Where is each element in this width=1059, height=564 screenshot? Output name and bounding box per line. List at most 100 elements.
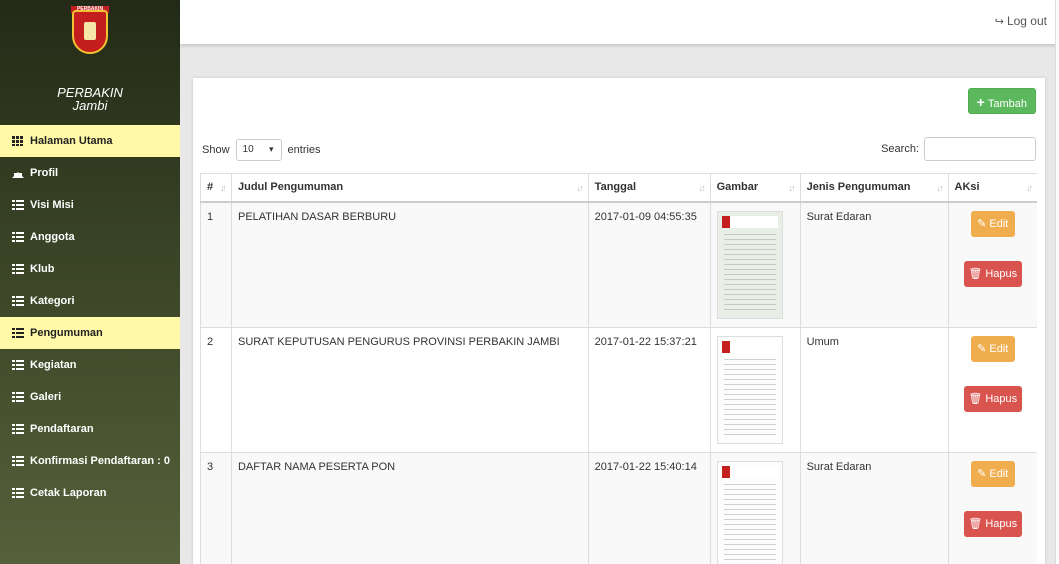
sidebar-item-pendaftaran[interactable]: Pendaftaran xyxy=(0,413,180,445)
cell-jenis: Surat Edaran xyxy=(799,201,948,328)
column-header-judul[interactable]: Judul Pengumuman ↓↑ xyxy=(230,173,589,203)
shield-icon xyxy=(72,10,108,54)
sidebar-item-visi-misi[interactable]: Visi Misi xyxy=(0,189,180,221)
sidebar-item-label: Pengumuman xyxy=(30,327,103,339)
cell-tanggal: 2017-01-22 15:40:14 xyxy=(587,452,711,564)
search-control: Search: xyxy=(881,137,1036,161)
home-icon xyxy=(12,168,24,178)
list-icon xyxy=(12,360,24,370)
brand-name: PERBAKIN Jambi xyxy=(0,86,180,112)
table-row: 3 DAFTAR NAMA PESERTA PON 2017-01-22 15:… xyxy=(200,452,1037,564)
sidebar-item-halaman-utama[interactable]: Halaman Utama xyxy=(0,125,180,157)
announcement-thumbnail[interactable] xyxy=(716,335,783,444)
show-label: Show xyxy=(202,144,230,156)
cell-gambar xyxy=(709,201,801,328)
delete-button[interactable]: 🗑 Hapus xyxy=(963,385,1022,412)
table-row: 2 SURAT KEPUTUSAN PENGURUS PROVINSI PERB… xyxy=(200,327,1037,453)
brand-line-2: Jambi xyxy=(72,98,108,113)
cell-number: 3 xyxy=(200,452,232,564)
list-icon xyxy=(12,488,24,498)
delete-button[interactable]: 🗑 Hapus xyxy=(963,260,1022,287)
cell-aksi: ✎ Edit 🗑 Hapus xyxy=(947,327,1037,453)
search-label: Search: xyxy=(881,143,919,155)
sidebar-item-pengumuman[interactable]: Pengumuman xyxy=(0,317,180,349)
edit-icon: ✎ xyxy=(977,217,987,230)
add-button[interactable]: + Tambah xyxy=(967,88,1036,114)
sign-out-icon: ↪ xyxy=(994,16,1004,28)
sidebar-item-klub[interactable]: Klub xyxy=(0,253,180,285)
list-icon xyxy=(12,264,24,274)
sort-icon: ↓↑ xyxy=(576,183,584,193)
cell-number: 1 xyxy=(200,201,232,328)
thumbnail-header xyxy=(721,465,778,478)
sidebar-nav: Halaman Utama Profil Visi Misi Anggota K… xyxy=(0,125,180,509)
announcement-thumbnail[interactable] xyxy=(716,460,783,564)
column-header-jenis[interactable]: Jenis Pengumuman ↓↑ xyxy=(799,173,948,203)
announcement-table: # ↓↑ Judul Pengumuman ↓↑ Tanggal ↓↑ Gambar ↓… xyxy=(200,173,1037,564)
cell-aksi: ✎ Edit 🗑 Hapus xyxy=(947,201,1037,328)
entries-label: entries xyxy=(287,144,321,156)
announcement-thumbnail[interactable] xyxy=(716,210,783,319)
edit-button[interactable]: ✎ Edit xyxy=(970,210,1015,237)
cell-jenis: Umum xyxy=(799,327,948,453)
column-header-tanggal[interactable]: Tanggal ↓↑ xyxy=(587,173,711,203)
column-header-gambar[interactable]: Gambar ↓↑ xyxy=(709,173,801,203)
announcement-panel: +Tambah Show 10 entries Search: #↓↑ Judu… xyxy=(193,78,1045,564)
trash-icon: 🗑 xyxy=(968,517,983,530)
column-header-number[interactable]: # ↓↑ xyxy=(200,173,232,203)
list-icon xyxy=(12,392,24,402)
sidebar-item-label: Konfirmasi Pendaftaran : 0 xyxy=(30,455,170,467)
sidebar-item-kategori[interactable]: Kategori xyxy=(0,285,180,317)
cell-number: 2 xyxy=(200,327,232,453)
perbakin-logo: PERBAKIN xyxy=(69,6,111,62)
cell-aksi: ✎ Edit 🗑 Hapus xyxy=(947,452,1037,564)
thumbnail-text xyxy=(723,358,776,435)
list-icon xyxy=(12,424,24,434)
sidebar-item-anggota[interactable]: Anggota xyxy=(0,221,180,253)
sort-icon: ↓↑ xyxy=(936,183,944,193)
logout-button[interactable]: ↪ Log out xyxy=(995,14,1047,28)
cell-jenis: Surat Edaran xyxy=(799,452,948,564)
sort-icon: ↓↑ xyxy=(788,183,796,193)
sidebar-item-label: Profil xyxy=(30,167,59,179)
edit-icon: ✎ xyxy=(977,467,987,480)
trash-icon: 🗑 xyxy=(968,267,983,280)
sidebar-item-label: Kegiatan xyxy=(30,359,77,371)
thumbnail-header xyxy=(721,340,778,353)
list-icon xyxy=(12,456,24,466)
search-input[interactable] xyxy=(924,137,1036,161)
sidebar-item-label: Klub xyxy=(30,263,55,275)
cell-gambar xyxy=(709,327,801,453)
sidebar-item-label: Galeri xyxy=(30,391,62,403)
scrollbar[interactable] xyxy=(1055,0,1059,564)
edit-icon: ✎ xyxy=(977,342,987,355)
page-length-control: Show 10 entries xyxy=(202,139,321,161)
sidebar-item-cetak-laporan[interactable]: Cetak Laporan xyxy=(0,477,180,509)
sidebar-item-kegiatan[interactable]: Kegiatan xyxy=(0,349,180,381)
sidebar-item-profil[interactable]: Profil xyxy=(0,157,180,189)
thumbnail-text xyxy=(723,233,776,310)
table-header-row: # ↓↑ Judul Pengumuman ↓↑ Tanggal ↓↑ Gambar ↓… xyxy=(200,173,1037,203)
logout-label: Log out xyxy=(1006,14,1047,28)
edit-button[interactable]: ✎ Edit xyxy=(970,460,1015,487)
sort-icon: ↓↑ xyxy=(698,183,706,193)
edit-button[interactable]: ✎ Edit xyxy=(970,335,1015,362)
sidebar-item-label: Anggota xyxy=(30,231,75,243)
list-icon xyxy=(12,296,24,306)
sidebar-item-konfirmasi-pendaftaran[interactable]: Konfirmasi Pendaftaran : 0 xyxy=(0,445,180,477)
sidebar-item-label: Pendaftaran xyxy=(30,423,94,435)
delete-button[interactable]: 🗑 Hapus xyxy=(963,510,1022,537)
thumbnail-header xyxy=(721,215,778,228)
cell-tanggal: 2017-01-09 04:55:35 xyxy=(587,201,711,328)
plus-icon: + xyxy=(976,94,985,110)
sidebar: PERBAKIN PERBAKIN Jambi Halaman Utama Pr… xyxy=(0,0,180,564)
list-icon xyxy=(12,232,24,242)
add-button-label: Tambah xyxy=(987,98,1027,110)
column-header-aksi[interactable]: AKsi ↓↑ xyxy=(947,173,1037,203)
list-icon xyxy=(12,200,24,210)
trash-icon: 🗑 xyxy=(968,392,983,405)
page-length-select[interactable]: 10 xyxy=(235,139,282,161)
sidebar-item-galeri[interactable]: Galeri xyxy=(0,381,180,413)
thumbnail-text xyxy=(723,483,776,560)
sidebar-item-label: Kategori xyxy=(30,295,75,307)
